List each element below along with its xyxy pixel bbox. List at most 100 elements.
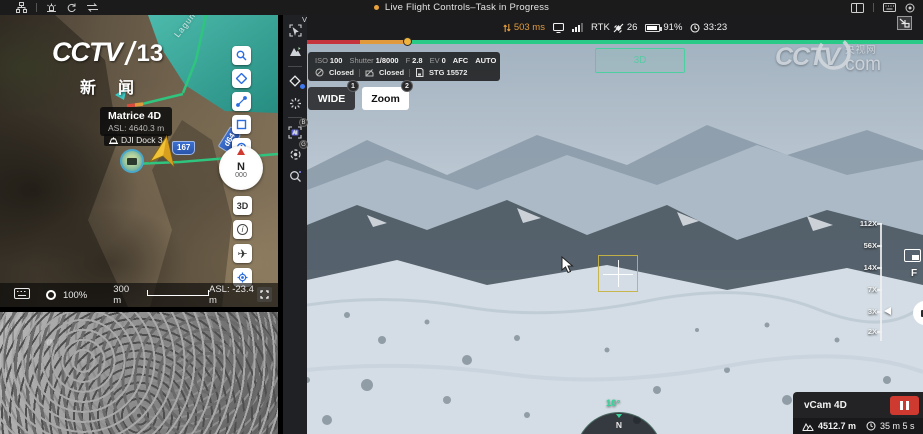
lens-switcher: WIDE 1 Zoom 2 xyxy=(308,87,409,110)
battery-icon xyxy=(645,24,660,32)
map-scale-bar xyxy=(147,290,209,296)
map-polygon-tool-button[interactable] xyxy=(232,115,251,134)
map-mode-icon[interactable] xyxy=(46,290,56,300)
detection-mode-box[interactable]: 3D xyxy=(595,48,685,73)
divider xyxy=(409,69,410,77)
keyboard-shortcuts-icon[interactable] xyxy=(14,286,30,304)
signal-strength-icon xyxy=(572,23,583,32)
satellite-icon xyxy=(613,23,624,33)
drone-asl: ASL: 4640.3 m xyxy=(108,123,164,133)
altitude-mountain-icon xyxy=(802,422,814,431)
aperture-label: F xyxy=(406,56,411,65)
map-mode-button[interactable] xyxy=(283,41,307,63)
drone-position-arrow xyxy=(150,135,178,172)
record-icon[interactable] xyxy=(905,3,915,13)
exposure-mode: AUTO xyxy=(475,56,496,65)
progress-segment-red xyxy=(307,40,360,44)
spotlight-button[interactable] xyxy=(283,92,307,114)
pip-toggle-icon[interactable] xyxy=(904,249,921,262)
tool-rail: V AI B G xyxy=(283,15,307,434)
status-dot xyxy=(374,5,379,10)
remote-display-icon xyxy=(553,23,564,33)
vcam-name: vCam 4D xyxy=(804,400,847,411)
map-expand-icon[interactable] xyxy=(257,287,272,302)
compass-heading-tick xyxy=(616,414,622,418)
zoom-pointer[interactable] xyxy=(884,307,891,315)
zoom-level-label: 14X xyxy=(847,263,877,272)
detection-mode-label: 3D xyxy=(634,55,647,66)
network-tree-icon[interactable] xyxy=(16,2,27,13)
zoom-magnifier-button[interactable] xyxy=(283,165,307,187)
route-swap-icon[interactable] xyxy=(86,2,99,13)
main-camera-view[interactable]: 503 ms RTK 26 91% 33:23 xyxy=(307,15,923,434)
progress-marker[interactable] xyxy=(403,37,412,46)
zoom-level-label: 112X xyxy=(847,219,877,228)
dock-map-marker[interactable] xyxy=(120,149,144,173)
vcam-altitude: 4512.7 m xyxy=(818,421,856,431)
divider xyxy=(36,3,37,12)
layout-panels-icon[interactable] xyxy=(851,3,864,13)
focus-mode: AFC xyxy=(453,56,468,65)
map-compass[interactable]: N 000 xyxy=(219,146,263,190)
lens-wide-button[interactable]: WIDE 1 xyxy=(308,87,355,110)
ev-value: 0 xyxy=(442,56,446,65)
zoom-tick xyxy=(877,311,882,313)
disabled-icon xyxy=(365,68,374,77)
map-bottom-bar: 100% 300 m ASL: -23.4 m xyxy=(0,283,278,307)
camera-settings-panel[interactable]: ISO100 Shutter1/8000 F2.8 EV0 AFC AUTO C… xyxy=(308,52,500,81)
zoom-level-label: 7X xyxy=(847,285,877,294)
keyboard-icon[interactable] xyxy=(883,3,896,12)
lens-zoom-label: Zoom xyxy=(371,93,400,105)
map-asl-readout: ASL: -23.4 m xyxy=(209,284,264,306)
window-title: Live Flight Controls–Task in Progress xyxy=(385,2,549,13)
latency-value: 503 ms xyxy=(514,22,545,33)
heading-readout: 10° xyxy=(606,398,620,409)
dock-icon xyxy=(109,136,118,144)
zoom-scale-line xyxy=(880,223,882,341)
battery-percent: 91% xyxy=(663,22,682,33)
focus-f-label: F xyxy=(911,268,917,279)
pause-button[interactable] xyxy=(890,396,919,415)
map-marker-tool-button[interactable] xyxy=(232,69,251,88)
broadcaster-watermark: CCTV 央视网 com xyxy=(775,42,881,73)
watermark-ring-icon xyxy=(813,33,855,73)
vcam-info-bar: 4512.7 m 35 m 5 s xyxy=(793,418,923,434)
sync-icon[interactable] xyxy=(66,2,77,13)
map-toolbar-secondary: 3D i ✈ xyxy=(233,196,252,287)
collapse-corner-icon[interactable] xyxy=(897,16,912,30)
map-info-button[interactable]: i xyxy=(233,220,252,239)
latency-item: 503 ms xyxy=(503,22,545,33)
vcam-flight-time: 35 m 5 s xyxy=(880,421,915,431)
map-view[interactable]: Laguna Palcac CCTV 13 新闻 Matrice 4D ASL:… xyxy=(0,15,278,307)
latency-arrows-icon xyxy=(503,23,511,33)
zoom-tick xyxy=(877,289,882,291)
map-aircraft-button[interactable]: ✈ xyxy=(233,244,252,263)
rtk-label: RTK xyxy=(591,22,610,33)
status1-value: Closed xyxy=(329,68,354,77)
divider xyxy=(288,66,302,67)
lens-zoom-button[interactable]: Zoom 2 xyxy=(362,87,409,110)
divider xyxy=(873,3,874,12)
channel-logo: CCTV 13 新闻 xyxy=(52,37,163,98)
alarm-beacon-icon[interactable] xyxy=(46,2,57,13)
satellite-count: 26 xyxy=(627,22,638,33)
target-lock-button[interactable]: G xyxy=(283,143,307,165)
lens-zoom-badge: 2 xyxy=(401,80,413,92)
storage-icon xyxy=(415,68,424,77)
map-scale-text: 300 m xyxy=(113,284,139,306)
channel-subtitle: 新闻 xyxy=(80,74,163,98)
zoom-tick xyxy=(877,245,882,247)
lens-wide-badge: 1 xyxy=(347,80,359,92)
map-polyline-tool-button[interactable] xyxy=(232,92,251,111)
virtual-cockpit-button[interactable]: V xyxy=(283,19,307,41)
vcam-panel: vCam 4D xyxy=(793,392,923,418)
map-search-button[interactable] xyxy=(232,46,251,65)
dock-camera-feed[interactable] xyxy=(0,312,278,434)
storage-value: STG 15572 xyxy=(429,68,467,77)
map-3d-button[interactable]: 3D xyxy=(233,196,252,215)
flight-duration-clock-icon xyxy=(866,421,876,431)
zoom-level-label: 56X xyxy=(847,241,877,250)
compass-needle xyxy=(237,148,245,155)
battery-item: 91% xyxy=(645,22,682,33)
gimbal-mode-button[interactable] xyxy=(283,70,307,92)
